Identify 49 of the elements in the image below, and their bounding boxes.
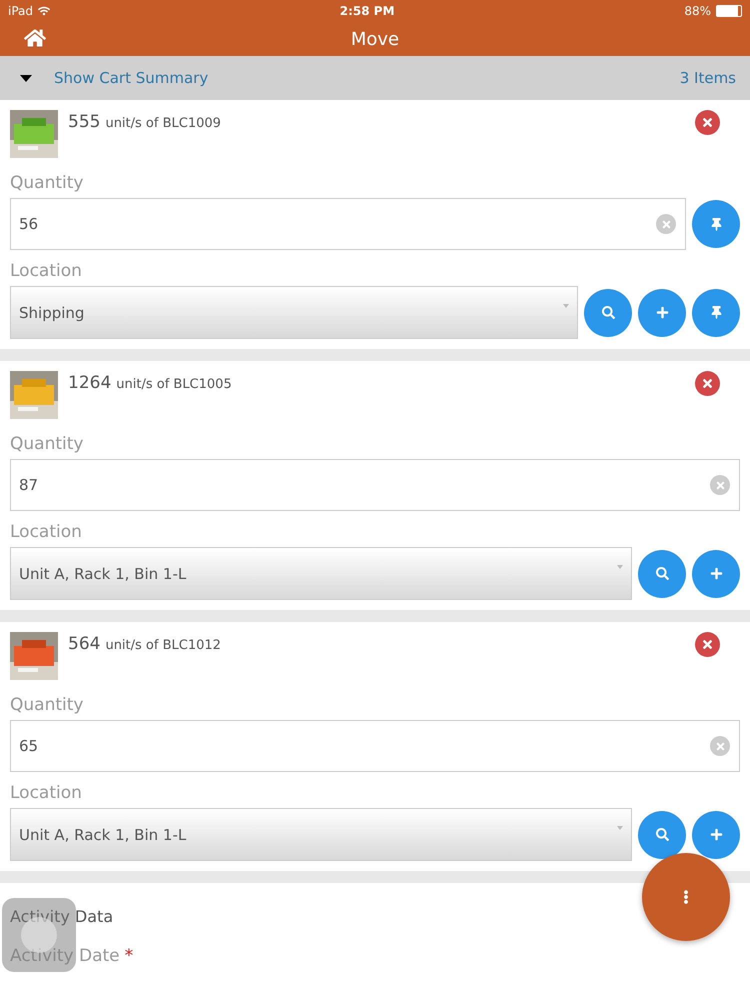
plus-icon bbox=[710, 828, 722, 841]
pin-button[interactable] bbox=[692, 200, 740, 248]
home-button[interactable] bbox=[24, 27, 46, 49]
plus-icon bbox=[710, 567, 722, 580]
field-label: Location bbox=[10, 261, 83, 281]
add-button[interactable] bbox=[692, 550, 740, 598]
search-icon bbox=[656, 567, 668, 580]
item-count: 3 Items bbox=[680, 69, 736, 87]
pin-button[interactable] bbox=[692, 288, 740, 336]
search-button[interactable] bbox=[638, 550, 686, 598]
remove-button[interactable] bbox=[695, 371, 720, 396]
search-icon bbox=[656, 828, 668, 841]
quantity-field[interactable]: 56 bbox=[10, 198, 686, 250]
field-label: Location bbox=[10, 783, 83, 803]
section-heading: Activity Data bbox=[10, 907, 114, 926]
item-quantity: 555 unit/s of BLC1009 bbox=[68, 112, 221, 132]
quantity-field[interactable]: 87 bbox=[10, 459, 740, 511]
search-button[interactable] bbox=[584, 288, 632, 336]
status-time: 2:58 PM bbox=[340, 4, 395, 18]
search-icon bbox=[602, 306, 614, 319]
wifi-icon bbox=[38, 5, 50, 17]
item-quantity: 564 unit/s of BLC1012 bbox=[68, 634, 221, 654]
location-select[interactable]: Unit A, Rack 1, Bin 1-L bbox=[10, 547, 632, 600]
search-button[interactable] bbox=[638, 810, 686, 858]
pin-icon bbox=[710, 306, 722, 319]
field-label: Quantity bbox=[10, 173, 84, 193]
add-button[interactable] bbox=[692, 810, 740, 858]
quantity-field[interactable]: 65 bbox=[10, 720, 740, 772]
caret-icon[interactable] bbox=[20, 74, 32, 82]
field-label: Quantity bbox=[10, 434, 84, 454]
close-icon bbox=[701, 377, 714, 390]
page-title: Move bbox=[350, 28, 400, 50]
remove-button[interactable] bbox=[695, 110, 720, 135]
pin-icon bbox=[710, 218, 722, 230]
battery-icon bbox=[716, 5, 742, 17]
add-button[interactable] bbox=[638, 288, 686, 336]
more-button[interactable] bbox=[642, 853, 730, 941]
battery-percent: 88% bbox=[684, 4, 711, 18]
close-icon bbox=[701, 638, 714, 651]
assistive-touch-button[interactable] bbox=[2, 898, 76, 972]
plus-icon bbox=[656, 306, 668, 319]
close-icon bbox=[701, 116, 714, 129]
remove-button[interactable] bbox=[695, 632, 720, 657]
field-label: Quantity bbox=[10, 695, 84, 715]
device-name: iPad bbox=[8, 4, 34, 18]
location-select[interactable]: Unit A, Rack 1, Bin 1-L bbox=[10, 808, 632, 861]
field-label: Location bbox=[10, 522, 83, 542]
location-select[interactable]: Shipping bbox=[10, 286, 578, 339]
item-quantity: 1264 unit/s of BLC1005 bbox=[68, 373, 232, 393]
